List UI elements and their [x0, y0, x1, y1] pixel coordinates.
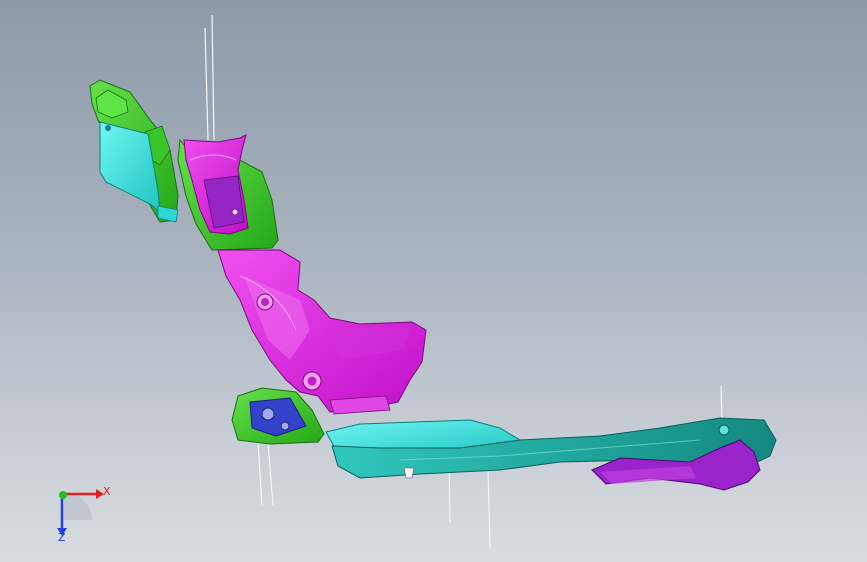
- magenta-pillar-body[interactable]: [217, 249, 427, 415]
- coordinate-triad: X Z: [40, 478, 130, 548]
- triad-z-label: Z: [58, 531, 66, 544]
- cad-model-scene[interactable]: [0, 0, 867, 562]
- triad-x-label: X: [103, 485, 111, 498]
- green-lower-bracket[interactable]: [231, 387, 325, 445]
- cad-viewport[interactable]: X Z: [0, 0, 867, 562]
- magenta-upper-pillar[interactable]: [183, 134, 249, 235]
- triad-icon: [57, 489, 104, 536]
